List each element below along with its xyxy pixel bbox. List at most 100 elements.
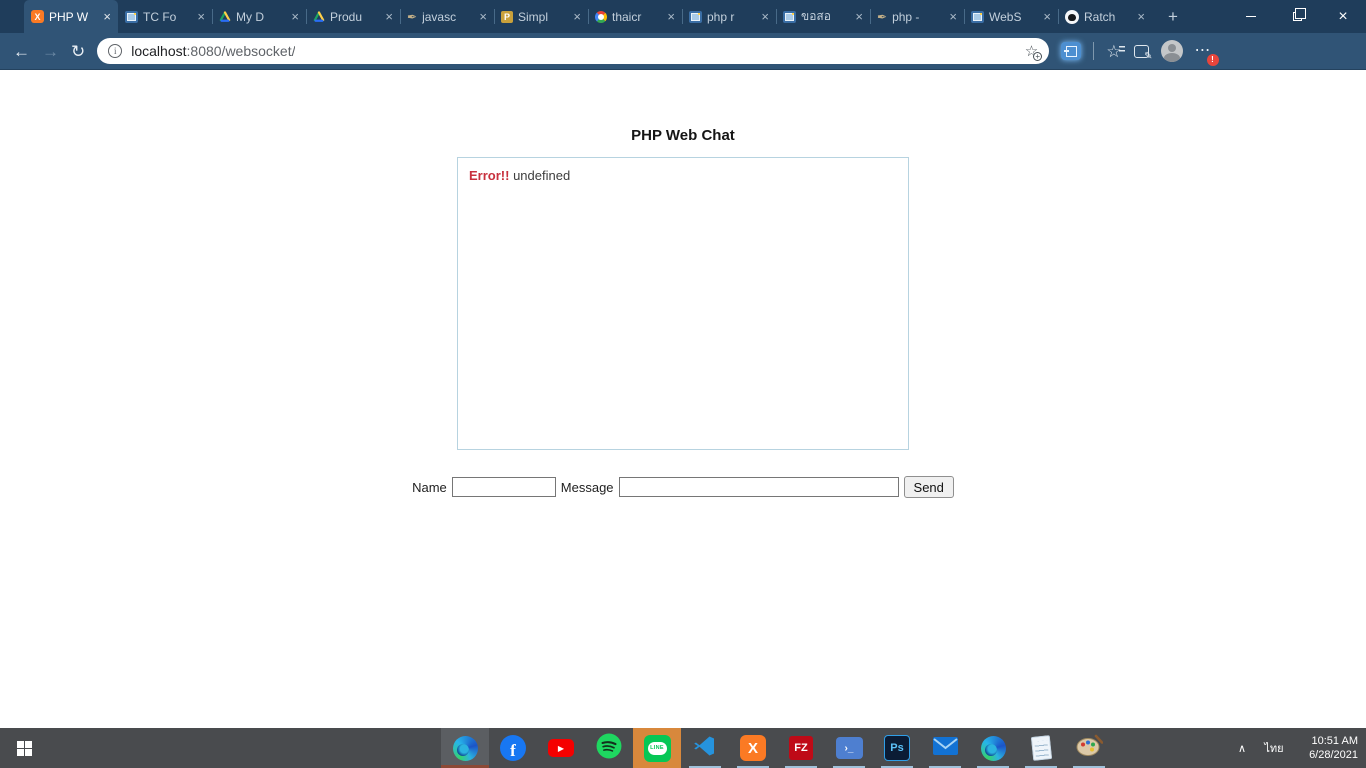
tab-close-icon[interactable]: × [479,10,487,23]
address-bar[interactable]: i localhost:8080/websocket/ ☆ + [97,38,1050,64]
minimize-button[interactable] [1228,0,1274,33]
url-text[interactable]: localhost:8080/websocket/ [131,43,295,59]
filezilla-icon: FZ [789,736,813,760]
spotify-icon [596,733,622,764]
window-controls: × [1228,0,1366,33]
back-button[interactable]: ← [13,43,30,60]
tab-websocket[interactable]: WebS × [964,0,1058,33]
new-tab-button[interactable]: + [1158,0,1188,33]
packagist-letter: P [503,11,510,22]
tab-close-icon[interactable]: × [197,10,205,23]
tab-close-icon[interactable]: × [949,10,957,23]
tab-close-icon[interactable]: × [385,10,393,23]
start-button[interactable] [0,728,48,768]
tab-ratchet-github[interactable]: Ratch × [1058,0,1152,33]
pencil-icon: ✎ [1144,50,1153,62]
tab-simple[interactable]: P Simpl × [494,0,588,33]
edge-icon [452,735,478,761]
tab-thaicreate-search[interactable]: thaicr × [588,0,682,33]
tab-title: TC Fo [143,9,177,24]
tray-time: 10:51 AM [1311,735,1358,747]
taskbar-vscode[interactable] [681,728,729,768]
taskbar-xampp[interactable]: X [729,728,777,768]
tab-drive-product[interactable]: Produ × [306,0,400,33]
powershell-icon: ›_ [835,737,863,759]
taskbar-facebook[interactable]: f [489,728,537,768]
web-capture-icon[interactable]: ✎ [1133,44,1153,62]
taskbar-line[interactable]: LINE [633,728,681,768]
line-label: LINE [647,741,667,755]
tab-php[interactable]: ✒ php - × [870,0,964,33]
tab-close-icon[interactable]: × [761,10,769,23]
facebook-icon: f [500,735,526,761]
language-indicator[interactable]: ไทย [1256,739,1292,757]
taskbar-youtube[interactable]: ▶ [537,728,585,768]
tab-close-icon[interactable]: × [855,10,863,23]
refresh-button[interactable]: ↻ [71,43,85,60]
quill-icon: ✒ [407,9,418,24]
tray-chevron-up-icon[interactable]: ∧ [1228,742,1256,755]
message-label: Message [560,479,614,495]
add-favorite-plus: + [1033,51,1043,61]
forward-button[interactable]: → [42,43,59,60]
clock[interactable]: 10:51 AM 6/28/2021 [1292,734,1366,762]
close-button[interactable]: × [1320,0,1366,33]
add-favorite-icon[interactable]: ☆ + [1025,44,1043,61]
tab-close-icon[interactable]: × [103,10,111,23]
name-label: Name [412,479,447,495]
tab-title: Produ [330,9,363,24]
tab-my-drive[interactable]: My D × [212,0,306,33]
taskbar-photoshop[interactable]: Ps [873,728,921,768]
restore-button[interactable] [1274,0,1320,33]
extension-icon[interactable] [1061,42,1082,60]
profile-avatar[interactable] [1160,40,1183,62]
message-input[interactable] [618,477,899,497]
tab-php-article[interactable]: php r × [682,0,776,33]
tab-close-icon[interactable]: × [667,10,675,23]
quill-icon: ✒ [877,9,888,24]
settings-menu-icon[interactable]: ⋯! [1195,43,1219,66]
photoshop-icon: Ps [884,735,910,761]
tab-tc-forum[interactable]: TC Fo × [118,0,212,33]
site-window-icon [971,10,984,23]
tab-title: php - [892,9,920,24]
favorites-icon[interactable]: ☆ [1106,43,1125,60]
taskbar-notepad[interactable] [1017,728,1065,768]
tab-title: thaicr [612,9,642,24]
notification-badge: ! [1206,54,1219,66]
taskbar-powershell[interactable]: ›_ [825,728,873,768]
tab-title: ขอสอ [801,9,831,23]
tab-close-icon[interactable]: × [1137,10,1145,23]
tab-javascript[interactable]: ✒ javasc × [400,0,494,33]
taskbar-filezilla[interactable]: FZ [777,728,825,768]
tab-close-icon[interactable]: × [291,10,299,23]
youtube-icon: ▶ [548,739,574,757]
taskbar-spotify[interactable] [585,728,633,768]
url-path: :8080/websocket/ [186,43,296,59]
taskbar-mail[interactable] [921,728,969,768]
taskbar-edge[interactable] [441,728,489,768]
edge-icon [980,735,1006,761]
taskbar-paint[interactable] [1065,728,1113,768]
tab-close-icon[interactable]: × [573,10,581,23]
name-input[interactable] [451,477,556,497]
packagist-icon: P [501,10,513,23]
error-label: Error!! [469,168,510,183]
tab-php-web-chat[interactable]: X PHP W × [24,0,118,33]
tab-title: My D [236,9,264,24]
windows-logo-icon [16,740,32,756]
vscode-icon [693,734,717,763]
tab-thai-question[interactable]: ขอสอ × [776,0,870,33]
error-message: undefined [513,168,571,183]
tab-title: WebS [989,9,1022,24]
taskbar-edge-second[interactable] [969,728,1017,768]
taskbar: f ▶ LINE X FZ ›_ Ps ∧ ไทย 10:51 AM 6/28/… [0,728,1366,768]
send-button[interactable]: Send [903,476,954,498]
notepad-icon [1030,735,1052,761]
site-window-icon [689,10,702,23]
site-info-icon[interactable]: i [108,44,123,58]
system-tray: ∧ ไทย 10:51 AM 6/28/2021 [1228,728,1366,768]
tray-date: 6/28/2021 [1309,749,1358,761]
tab-title: Ratch [1084,9,1116,24]
tab-close-icon[interactable]: × [1043,10,1051,23]
